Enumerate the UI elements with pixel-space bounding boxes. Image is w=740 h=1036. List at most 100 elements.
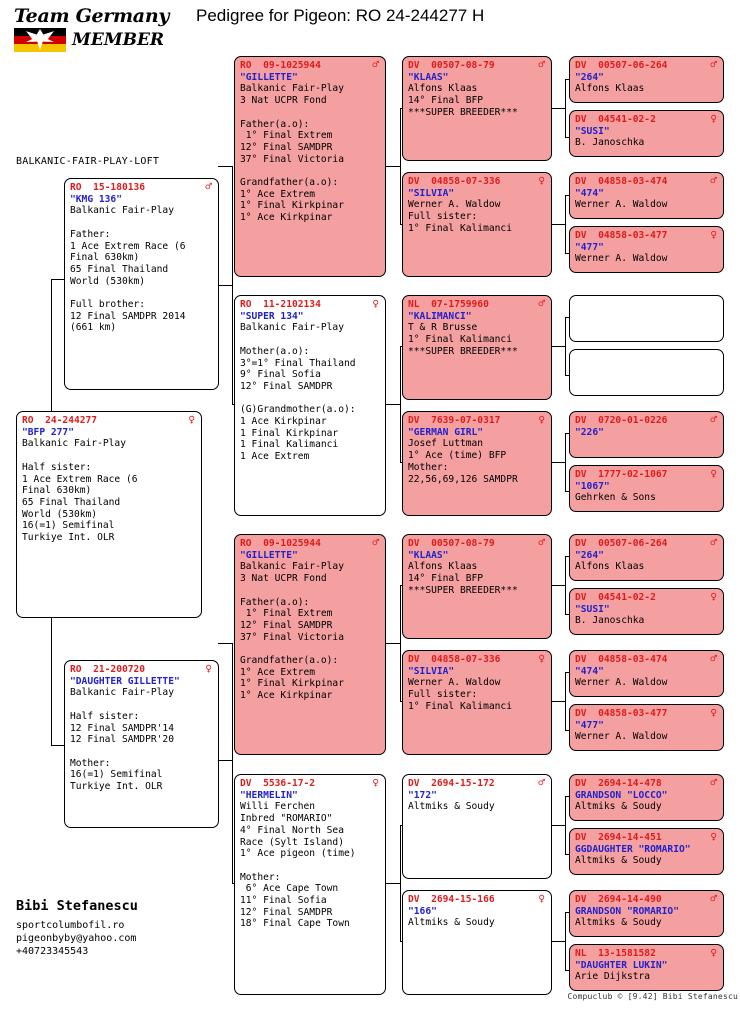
sex-symbol-icon: ♂ <box>710 652 717 665</box>
pigeon-name: "DAUGHTER LUKIN" <box>575 959 668 971</box>
pedigree-box-gg-grandparent[interactable] <box>569 295 724 342</box>
sex-symbol-icon: ♀ <box>372 297 379 310</box>
pedigree-box-great-grandparent[interactable]: ♂ DV 00507-08-79 "KLAAS" Alfons Klaas 14… <box>402 534 552 639</box>
pedigree-box-great-grandparent[interactable]: ♂ DV 2694-15-172 "172" Altmiks & Soudy <box>402 774 552 879</box>
owner-email[interactable]: pigeonbyby@yahoo.com <box>16 932 226 945</box>
pigeon-name: "474" <box>575 665 604 677</box>
sex-symbol-icon: ♀ <box>538 174 545 187</box>
owner-name: Bibi Stefanescu <box>16 898 138 914</box>
ring-number: DV 04541-02-2 <box>575 114 656 125</box>
sex-symbol-icon: ♀ <box>710 467 717 480</box>
logo-member-text: MEMBER <box>72 30 165 50</box>
sex-symbol-icon: ♀ <box>538 652 545 665</box>
pigeon-name: "SILVIA" <box>408 187 455 199</box>
pedigree-box-grandparent[interactable]: ♂ RO 09-1025944 "GILLETTE" Balkanic Fair… <box>234 56 386 277</box>
pedigree-box-gg-grandparent[interactable]: ♀ DV 2694-14-451 GGDAUGHTER "ROMARIO" Al… <box>569 828 724 875</box>
ring-number: RO 21-200720 <box>70 664 146 675</box>
pigeon-name: "SUSI" <box>575 603 610 615</box>
pigeon-details: Werner A. Waldow <box>575 199 668 211</box>
sex-symbol-icon: ♂ <box>372 58 379 71</box>
pedigree-box-great-grandparent[interactable]: ♀ DV 7639-07-0317 "GERMAN GIRL" Josef Lu… <box>402 411 552 516</box>
pedigree-box-grandparent[interactable]: ♀ RO 11-2102134 "SUPER 134" Balkanic Fai… <box>234 295 386 516</box>
pedigree-box-sire[interactable]: ♂ RO 15-180136 "KMG 136" Balkanic Fair-P… <box>64 178 219 390</box>
pedigree-box-gg-grandparent[interactable]: ♀ DV 04541-02-2 "SUSI" B. Janoschka <box>569 588 724 635</box>
pedigree-box-gg-grandparent[interactable]: ♂ DV 04858-03-474 "474" Werner A. Waldow <box>569 650 724 697</box>
pedigree-box-gg-grandparent[interactable]: ♀ DV 1777-02-1067 "1067" Gehrken & Sons <box>569 465 724 512</box>
pigeon-details: B. Janoschka <box>575 137 645 149</box>
ring-number: DV 04858-03-477 <box>575 708 668 719</box>
pigeon-details: Werner A. Waldow <box>575 731 668 743</box>
sex-symbol-icon: ♀ <box>710 706 717 719</box>
pedigree-box-subject[interactable]: ♀ RO 24-244277 "BFP 277" Balkanic Fair-P… <box>16 411 202 618</box>
ring-number: DV 2694-15-172 <box>408 778 495 789</box>
pigeon-name: "GILLETTE" <box>240 71 298 83</box>
pigeon-details: Balkanic Fair-Play 3 Nat UCPR Fond Fathe… <box>240 561 344 702</box>
pedigree-box-gg-grandparent[interactable] <box>569 349 724 396</box>
pigeon-name: "172" <box>408 789 437 801</box>
sex-symbol-icon: ♂ <box>710 413 717 426</box>
ring-number: DV 04858-07-336 <box>408 176 501 187</box>
ring-number: DV 04858-03-477 <box>575 230 668 241</box>
page-title: Pedigree for Pigeon: RO 24-244277 H <box>196 6 485 25</box>
pigeon-details: Willi Ferchen Inbred "ROMARIO" 4° Final … <box>240 801 356 930</box>
pedigree-box-gg-grandparent[interactable]: ♂ DV 0720-01-0226 "226" <box>569 411 724 458</box>
ring-number: RO 15-180136 <box>70 182 146 193</box>
pigeon-details: Balkanic Fair-Play Half sister: 12 Final… <box>70 687 174 793</box>
pedigree-box-great-grandparent[interactable]: ♀ DV 04858-07-336 "SILVIA" Werner A. Wal… <box>402 172 552 277</box>
pedigree-box-gg-grandparent[interactable]: ♂ DV 00507-06-264 "264" Alfons Klaas <box>569 534 724 581</box>
german-flag-eagle-icon <box>14 28 66 52</box>
ring-number: RO 09-1025944 <box>240 60 321 71</box>
pigeon-name: "SILVIA" <box>408 665 455 677</box>
pedigree-box-great-grandparent[interactable]: ♂ NL 07-1759960 "KALIMANCI" T & R Brusse… <box>402 295 552 400</box>
pedigree-box-grandparent[interactable]: ♀ DV 5536-17-2 "HERMELIN" Willi Ferchen … <box>234 774 386 995</box>
pigeon-name: "166" <box>408 905 437 917</box>
pigeon-name: GRANDSON "ROMARIO" <box>575 905 679 917</box>
ring-number: DV 04858-03-474 <box>575 654 668 665</box>
owner-contact-block: Bibi Stefanescu sportcolumbofil.ro pigeo… <box>16 898 226 958</box>
pigeon-details: T & R Brusse 1° Final Kalimanci ***SUPER… <box>408 322 518 357</box>
pigeon-details: Altmiks & Soudy <box>575 801 662 813</box>
pigeon-details: Balkanic Fair-Play Mother(a.o): 3°=1° Fi… <box>240 322 356 463</box>
pigeon-name: GGDAUGHTER "ROMARIO" <box>575 843 691 855</box>
pedigree-box-gg-grandparent[interactable]: ♂ DV 2694-14-490 GRANDSON "ROMARIO" Altm… <box>569 890 724 937</box>
pedigree-box-gg-grandparent[interactable]: ♀ DV 04858-03-477 "477" Werner A. Waldow <box>569 226 724 273</box>
pigeon-details: Altmiks & Soudy <box>408 917 495 929</box>
sex-symbol-icon: ♀ <box>710 228 717 241</box>
pedigree-box-great-grandparent[interactable]: ♀ DV 2694-15-166 "166" Altmiks & Soudy <box>402 890 552 995</box>
sex-symbol-icon: ♀ <box>538 892 545 905</box>
pigeon-name: "477" <box>575 241 604 253</box>
ring-number: RO 24-244277 <box>22 415 98 426</box>
ring-number: DV 00507-06-264 <box>575 60 668 71</box>
sex-symbol-icon: ♀ <box>205 662 212 675</box>
pigeon-name: "1067" <box>575 480 610 492</box>
team-germany-logo: Team Germany MEMBER <box>14 6 184 52</box>
sex-symbol-icon: ♂ <box>710 536 717 549</box>
pigeon-details: Alfons Klaas 14° Final BFP ***SUPER BREE… <box>408 561 518 596</box>
pigeon-details: Alfons Klaas <box>575 83 645 95</box>
sex-symbol-icon: ♂ <box>710 892 717 905</box>
pigeon-name: "BFP 277" <box>22 426 74 438</box>
pedigree-box-gg-grandparent[interactable]: ♂ DV 04858-03-474 "474" Werner A. Waldow <box>569 172 724 219</box>
pigeon-name: GRANDSON "LOCCO" <box>575 789 668 801</box>
pigeon-details: Werner A. Waldow <box>575 253 668 265</box>
pedigree-box-gg-grandparent[interactable]: ♂ DV 2694-14-478 GRANDSON "LOCCO" Altmik… <box>569 774 724 821</box>
pedigree-box-grandparent[interactable]: ♂ RO 09-1025944 "GILLETTE" Balkanic Fair… <box>234 534 386 755</box>
pedigree-box-gg-grandparent[interactable]: ♀ NL 13-1581582 "DAUGHTER LUKIN" Arie Di… <box>569 944 724 991</box>
sex-symbol-icon: ♀ <box>710 590 717 603</box>
ring-number: DV 04858-03-474 <box>575 176 668 187</box>
ring-number: DV 04858-07-336 <box>408 654 501 665</box>
pigeon-details: Balkanic Fair-Play Father: 1 Ace Extrem … <box>70 205 186 334</box>
ring-number: DV 7639-07-0317 <box>408 415 501 426</box>
pedigree-box-gg-grandparent[interactable]: ♂ DV 00507-06-264 "264" Alfons Klaas <box>569 56 724 103</box>
pigeon-details: Altmiks & Soudy <box>408 801 495 813</box>
pedigree-box-gg-grandparent[interactable]: ♀ DV 04858-03-477 "477" Werner A. Waldow <box>569 704 724 751</box>
pigeon-details: Werner A. Waldow <box>575 677 668 689</box>
owner-website[interactable]: sportcolumbofil.ro <box>16 919 226 932</box>
sex-symbol-icon: ♀ <box>710 830 717 843</box>
pigeon-details: Gehrken & Sons <box>575 492 656 504</box>
ring-number: DV 00507-06-264 <box>575 538 668 549</box>
pedigree-box-dam[interactable]: ♀ RO 21-200720 "DAUGHTER GILLETTE" Balka… <box>64 660 219 828</box>
pedigree-box-gg-grandparent[interactable]: ♀ DV 04541-02-2 "SUSI" B. Janoschka <box>569 110 724 157</box>
pedigree-box-great-grandparent[interactable]: ♂ DV 00507-08-79 "KLAAS" Alfons Klaas 14… <box>402 56 552 161</box>
pedigree-box-great-grandparent[interactable]: ♀ DV 04858-07-336 "SILVIA" Werner A. Wal… <box>402 650 552 755</box>
